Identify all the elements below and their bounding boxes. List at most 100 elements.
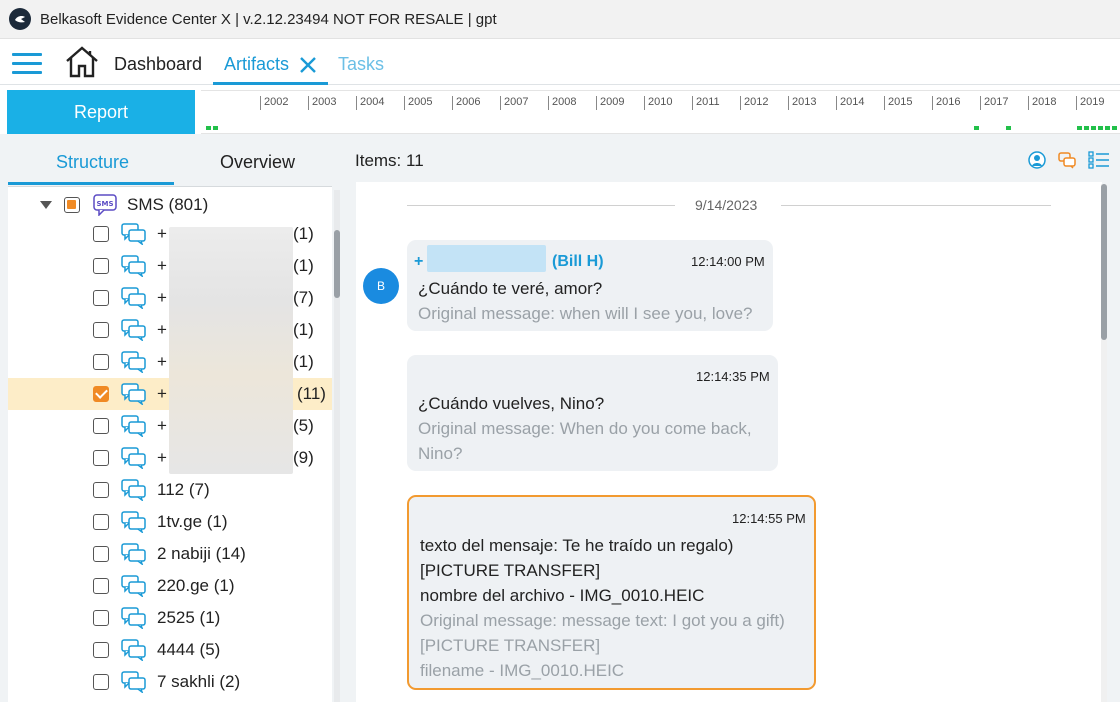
contact-count: (1) (293, 256, 314, 275)
chat-icon (121, 607, 147, 631)
contact-count: (11) (297, 384, 326, 403)
checkbox[interactable] (93, 418, 109, 434)
timeline-year: 2006 (452, 96, 480, 110)
timeline-year: 2004 (356, 96, 384, 110)
contact-icon[interactable] (1028, 151, 1046, 169)
timeline-mark (974, 126, 979, 130)
contact-count: (1) (293, 352, 314, 371)
tree-node-label: 220.ge (1) (157, 576, 235, 595)
timeline-year: 2018 (1028, 96, 1056, 110)
checkbox[interactable] (93, 610, 109, 626)
date-separator: 9/14/2023 (407, 197, 1051, 215)
items-count: Items: 11 (355, 151, 424, 170)
tab-overview[interactable]: Overview (220, 152, 295, 173)
checkbox[interactable] (93, 578, 109, 594)
chat-icon (121, 383, 147, 407)
tree-node-sms[interactable]: SMS SMS (801) (8, 189, 332, 221)
chat-icon (121, 543, 147, 567)
timeline-mark (213, 126, 218, 130)
structure-tab-indicator (8, 182, 174, 185)
original-message: Original message: When do you come back, (418, 419, 752, 438)
tree-node-label: 2 nabiji (14) (157, 544, 246, 563)
tab-dashboard[interactable]: Dashboard (114, 54, 202, 75)
checkbox[interactable] (93, 450, 109, 466)
tab-structure[interactable]: Structure (56, 152, 129, 173)
timeline-year: 2010 (644, 96, 672, 110)
menu-icon[interactable] (12, 53, 42, 75)
checkbox[interactable] (93, 642, 109, 658)
list-view-icon[interactable] (1088, 151, 1110, 169)
contact-prefix: + (157, 224, 167, 243)
tree-node-label: SMS (801) (127, 195, 209, 214)
timeline-year: 2019 (1076, 96, 1104, 110)
contact-count: (1) (293, 320, 314, 339)
contact-count: (9) (293, 448, 314, 467)
tree-node-contact[interactable]: 112 (7) (8, 474, 332, 506)
chat-scrollbar-thumb[interactable] (1101, 184, 1107, 340)
chat-icon (121, 639, 147, 663)
timeline-year: 2002 (260, 96, 288, 110)
checkbox[interactable] (93, 514, 109, 530)
checkbox[interactable] (93, 290, 109, 306)
timeline-year: 2008 (548, 96, 576, 110)
checkbox[interactable] (93, 482, 109, 498)
chat-icon (121, 479, 147, 503)
checkbox[interactable] (93, 354, 109, 370)
nav-bar: Dashboard Artifacts Tasks (0, 39, 1120, 85)
tree-node-contact[interactable]: 2525 (1) (8, 602, 332, 634)
sender-name[interactable]: (Bill H) (552, 253, 604, 271)
tab-artifacts[interactable]: Artifacts (224, 54, 289, 75)
timeline-year: 2015 (884, 96, 912, 110)
tree-node-contact[interactable]: 2 nabiji (14) (8, 538, 332, 570)
message-text: nombre del archivo - IMG_0010.HEIC (420, 586, 705, 605)
items-header: Items: 11 (342, 134, 1120, 182)
message-text: ¿Cuándo te veré, amor? (418, 279, 603, 298)
tab-tasks[interactable]: Tasks (338, 54, 384, 75)
checkbox[interactable] (93, 258, 109, 274)
chat-icon (121, 255, 147, 279)
tree-node-contact[interactable]: 4444 (5) (8, 634, 332, 666)
checkbox[interactable] (93, 546, 109, 562)
timeline-year: 2007 (500, 96, 528, 110)
message-text: [PICTURE TRANSFER] (420, 561, 601, 580)
contact-prefix: + (157, 384, 167, 403)
timeline-mark (206, 126, 211, 130)
timeline[interactable]: 2002 2003 2004 2005 2006 2007 2008 2009 … (201, 90, 1120, 134)
home-icon[interactable] (64, 45, 100, 79)
report-button[interactable]: Report (7, 90, 195, 134)
timeline-year: 2003 (308, 96, 336, 110)
timeline-mark (1098, 126, 1103, 130)
message-time: 12:14:35 PM (696, 369, 770, 384)
contact-prefix: + (157, 256, 167, 275)
timeline-year: 2013 (788, 96, 816, 110)
contact-count: (5) (293, 416, 314, 435)
chat-icon (121, 671, 147, 695)
message-time: 12:14:55 PM (732, 511, 806, 526)
avatar: B (363, 268, 399, 304)
close-tab-icon[interactable] (298, 55, 318, 75)
contact-prefix: + (157, 416, 167, 435)
tree-node-contact[interactable]: 220.ge (1) (8, 570, 332, 602)
chat-view-icon[interactable] (1058, 151, 1076, 169)
chat-icon (121, 351, 147, 375)
collapse-arrow-icon[interactable] (40, 201, 52, 209)
checkbox[interactable] (93, 386, 109, 402)
tree-node-contact[interactable]: 1tv.ge (1) (8, 506, 332, 538)
timeline-year: 2009 (596, 96, 624, 110)
original-message: [PICTURE TRANSFER] (420, 636, 601, 655)
chat-icon (121, 575, 147, 599)
checkbox[interactable] (93, 674, 109, 690)
timeline-year: 2005 (404, 96, 432, 110)
contact-prefix: + (157, 320, 167, 339)
timeline-mark (1084, 126, 1089, 130)
timeline-year: 2017 (980, 96, 1008, 110)
original-message: filename - IMG_0010.HEIC (420, 661, 625, 680)
tree-node-contact[interactable]: 7 sakhli (2) (8, 666, 332, 698)
contact-prefix: + (157, 352, 167, 371)
checkbox[interactable] (93, 322, 109, 338)
tree-scrollbar-thumb[interactable] (334, 230, 340, 298)
timeline-mark (1006, 126, 1011, 130)
message-time: 12:14:00 PM (691, 254, 765, 269)
checkbox-sms[interactable] (64, 197, 80, 213)
checkbox[interactable] (93, 226, 109, 242)
